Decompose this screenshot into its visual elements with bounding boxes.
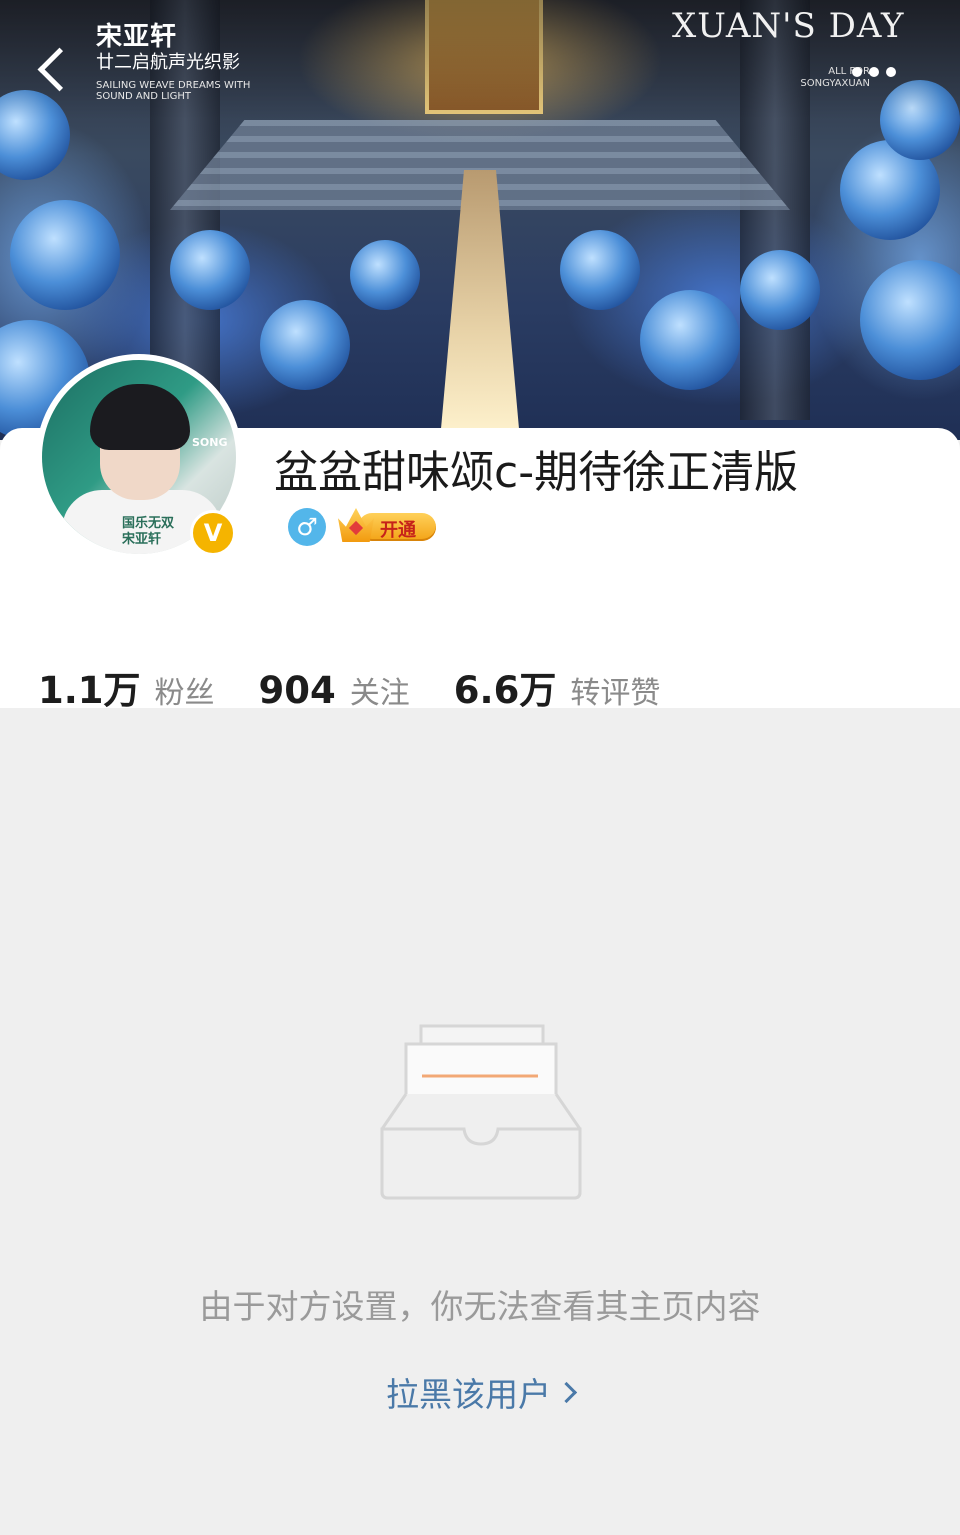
stat-value: 1.1万 bbox=[38, 669, 141, 712]
more-dots-icon bbox=[852, 67, 862, 77]
avatar-caption: 国乐无双 宋亚轩 bbox=[122, 516, 175, 547]
empty-state-message: 由于对方设置，你无法查看其主页内容 bbox=[199, 1287, 761, 1326]
verified-badge-icon: V bbox=[190, 510, 236, 556]
cover-rose bbox=[560, 230, 640, 310]
stat-followers[interactable]: 1.1万 粉丝 bbox=[38, 660, 215, 714]
stat-label: 关注 bbox=[349, 676, 410, 711]
empty-inbox-icon bbox=[380, 1024, 582, 1200]
stat-following[interactable]: 904 关注 bbox=[259, 668, 410, 712]
cover-subtitle: 廿二启航声光织影 bbox=[96, 52, 240, 73]
cover-rose bbox=[170, 230, 250, 310]
block-user-link[interactable]: 拉黑该用户 bbox=[0, 1368, 960, 1416]
stat-interactions[interactable]: 6.6万 转评赞 bbox=[454, 660, 661, 714]
cover-tagline: SAILING WEAVE DREAMS WITH SOUND AND LIGH… bbox=[96, 80, 251, 102]
cover-rose bbox=[260, 300, 350, 390]
more-button[interactable] bbox=[852, 62, 908, 86]
stat-value: 904 bbox=[258, 669, 336, 712]
stat-label: 粉丝 bbox=[154, 676, 215, 711]
stats-bar: 1.1万 粉丝 904 关注 6.6万 转评赞 bbox=[38, 660, 704, 712]
avatar-hair bbox=[90, 384, 190, 450]
more-dot bbox=[886, 67, 896, 77]
cover-right-title: XUAN'S DAY bbox=[672, 6, 905, 46]
male-gender-icon: ♂ bbox=[288, 508, 326, 546]
vip-open-button[interactable]: 开通 bbox=[338, 506, 438, 546]
cover-rose bbox=[10, 200, 120, 310]
cover-rose bbox=[350, 240, 420, 310]
stat-value: 6.6万 bbox=[453, 669, 557, 712]
avatar-text: SONG bbox=[192, 436, 228, 449]
more-dot bbox=[869, 67, 879, 77]
block-user-label: 拉黑该用户 bbox=[386, 1375, 551, 1414]
vip-label: 开通 bbox=[380, 520, 416, 541]
cover-rose bbox=[640, 290, 740, 390]
back-button[interactable] bbox=[30, 44, 78, 104]
stat-label: 转评赞 bbox=[570, 676, 661, 711]
cover-aisle bbox=[440, 170, 520, 440]
chevron-right-icon bbox=[555, 1381, 578, 1404]
username: 盆盆甜味颂c-期待徐正清版 bbox=[274, 447, 799, 498]
cover-rose bbox=[860, 260, 960, 380]
cover-rose bbox=[740, 250, 820, 330]
